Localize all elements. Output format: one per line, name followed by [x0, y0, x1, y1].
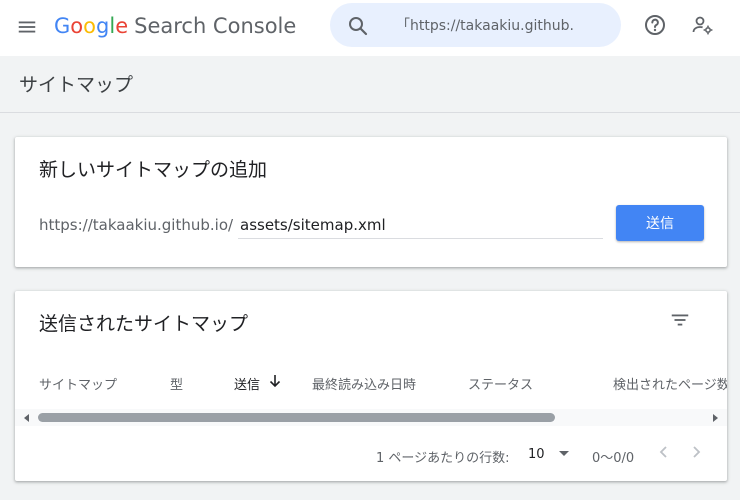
- arrow-down-icon[interactable]: [269, 374, 281, 388]
- chevron-left-icon[interactable]: [655, 443, 673, 461]
- column-header-last-read[interactable]: 最終読み込み日時: [312, 374, 416, 393]
- chevron-right-icon[interactable]: [687, 443, 705, 461]
- search-console-logo[interactable]: Google Search Console: [54, 12, 296, 40]
- rows-per-page-select[interactable]: 10: [528, 447, 545, 462]
- pagination-range: 0〜0/0: [592, 451, 635, 466]
- scrollbar-thumb[interactable]: [38, 413, 555, 422]
- column-header-type[interactable]: 型: [170, 374, 183, 393]
- help-icon[interactable]: [643, 13, 667, 37]
- submitted-sitemaps-title: 送信されたサイトマップ: [39, 313, 249, 335]
- column-header-submitted[interactable]: 送信: [234, 374, 260, 393]
- scroll-left-arrow-icon[interactable]: [24, 414, 29, 422]
- sitemap-url-input[interactable]: [238, 212, 603, 239]
- admin-settings-icon[interactable]: [691, 13, 715, 37]
- column-header-discovered-pages[interactable]: 検出されたページ数: [613, 374, 727, 393]
- page-title: サイトマップ: [19, 74, 134, 96]
- scroll-right-arrow-icon[interactable]: [713, 414, 718, 422]
- filter-icon[interactable]: [669, 309, 691, 331]
- google-wordmark: Google: [54, 14, 129, 38]
- column-header-status[interactable]: ステータス: [468, 374, 533, 393]
- add-sitemap-title: 新しいサイトマップの追加: [39, 159, 268, 181]
- product-name: Search Console: [134, 14, 297, 38]
- column-header-sitemap[interactable]: サイトマップ: [39, 374, 117, 393]
- rows-per-page-label: 1 ページあたりの行数:: [376, 451, 510, 466]
- search-icon[interactable]: [346, 14, 370, 38]
- dropdown-caret-icon[interactable]: [559, 451, 569, 456]
- submit-button[interactable]: 送信: [616, 205, 704, 241]
- url-prefix: https://takaakiu.github.io/: [39, 216, 234, 234]
- menu-icon[interactable]: [16, 16, 38, 38]
- search-input[interactable]: 「https://takaakiu.github.: [396, 15, 608, 35]
